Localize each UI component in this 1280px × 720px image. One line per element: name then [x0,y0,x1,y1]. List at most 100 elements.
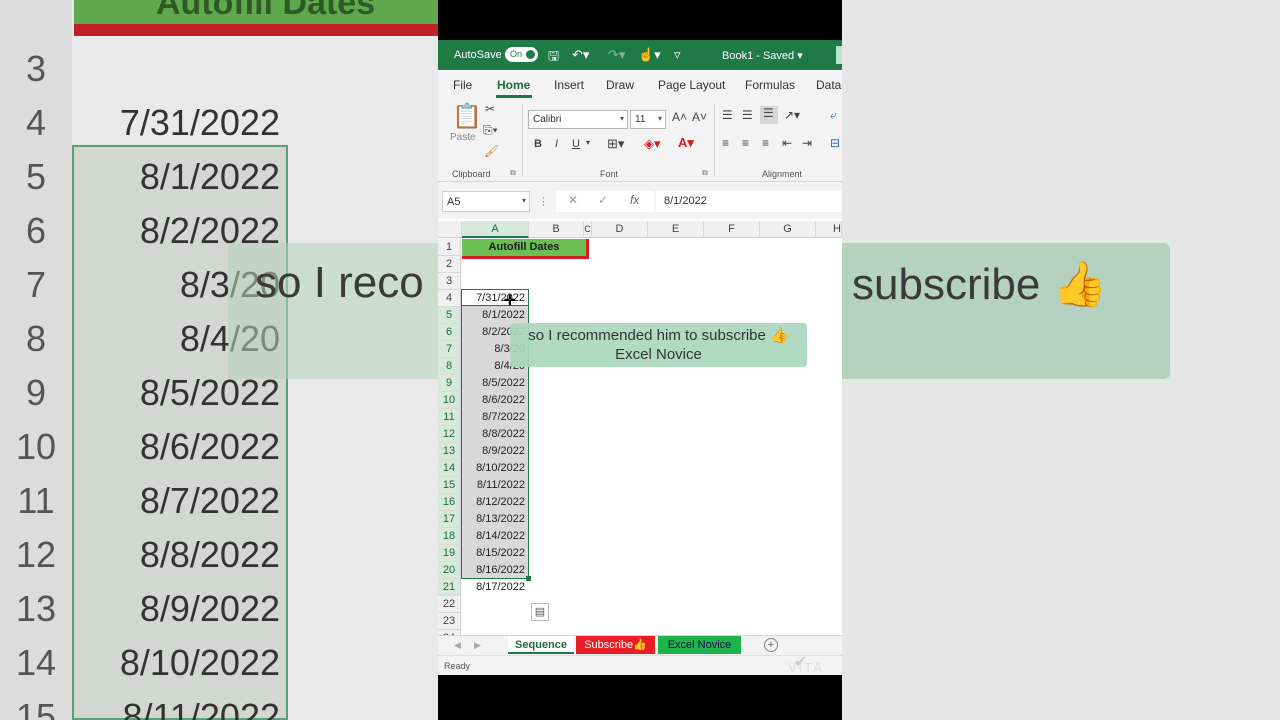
row-header[interactable]: 9 [438,375,461,392]
select-all-corner[interactable] [438,221,462,238]
cell-a[interactable]: 8/11/2022 [462,477,528,494]
copy-icon[interactable]: ⎘▾ [483,123,498,138]
font-name-select[interactable]: Calibri ▾ [528,110,628,129]
cell-a[interactable]: 8/10/2022 [462,460,528,477]
cell-a[interactable]: 8/9/2022 [462,443,528,460]
cell-a[interactable]: 8/12/2022 [462,494,528,511]
font-color-icon[interactable]: A▾ [678,135,694,151]
row-header[interactable]: 2 [438,256,461,273]
increase-indent-icon[interactable]: ⇥ [802,136,812,150]
row-header[interactable]: 7 [438,341,461,358]
cell-a[interactable] [462,613,528,630]
column-header-d[interactable]: D [592,221,648,238]
save-icon[interactable]: 🖫 [548,47,559,69]
align-middle-icon[interactable]: ☰ [742,108,753,122]
cell-a[interactable]: 8/5/2022 [462,375,528,392]
row-header[interactable]: 15 [438,477,461,494]
add-sheet-icon[interactable]: + [764,638,778,652]
wrap-text-icon[interactable]: ⤶ [830,108,837,123]
touch-mode-icon[interactable]: ☝▾ [638,47,661,63]
row-header[interactable]: 21 [438,579,461,596]
decrease-font-icon[interactable]: A˅ [692,110,707,124]
paste-label[interactable]: Paste [450,132,476,143]
row-header[interactable]: 11 [438,409,461,426]
merge-center-icon[interactable]: ⊟ [830,136,840,150]
name-box[interactable]: A5 ▾ [442,191,530,212]
tab-draw[interactable]: Draw [606,78,634,92]
header-cell-autofill-dates[interactable]: Autofill Dates [462,239,586,256]
row-header[interactable]: 8 [438,358,461,375]
tab-insert[interactable]: Insert [554,78,584,92]
tab-file[interactable]: File [453,78,472,92]
cell-a[interactable]: 8/6/2022 [462,392,528,409]
worksheet-grid[interactable]: A B C D E F G H Autofill Dates 1 2 3 4 7/31/… [438,221,842,647]
row-header[interactable]: 5 [438,307,461,324]
row-header[interactable]: 13 [438,443,461,460]
customize-toolbar-icon[interactable]: ▿ [674,47,681,63]
cell-a[interactable]: 8/13/2022 [462,511,528,528]
cell-a[interactable]: 8/14/2022 [462,528,528,545]
align-left-icon[interactable]: ≡ [722,136,729,150]
align-right-icon[interactable]: ≡ [762,136,769,150]
clipboard-launcher-icon[interactable]: ⧉ [510,168,516,178]
increase-font-icon[interactable]: A˄ [672,110,687,124]
row-header[interactable]: 4 [438,290,461,307]
cell-a[interactable]: 8/7/2022 [462,409,528,426]
column-header-g[interactable]: G [760,221,816,238]
sheet-tab-excel-novice[interactable]: Excel Novice [658,636,741,654]
tab-data[interactable]: Data [816,78,841,92]
orientation-icon[interactable]: ↗▾ [784,108,800,122]
font-size-select[interactable]: 11 ▾ [630,110,666,129]
row-header[interactable]: 12 [438,426,461,443]
paste-icon[interactable]: 📋 [452,102,482,131]
row-header[interactable]: 10 [438,392,461,409]
column-header-e[interactable]: E [648,221,704,238]
sheet-next-icon[interactable]: ▶ [474,640,481,651]
decrease-indent-icon[interactable]: ⇤ [782,136,792,150]
formula-input[interactable]: 8/1/2022 [656,191,842,212]
cell-a[interactable]: 8/17/2022 [462,579,528,596]
sheet-tab-subscribe[interactable]: Subscribe👍 [576,636,655,654]
row-header[interactable]: 3 [438,273,461,290]
sheet-tab-sequence[interactable]: Sequence [508,636,574,654]
fill-color-icon[interactable]: ◈▾ [644,136,661,152]
cancel-icon[interactable]: ✕ [568,193,578,207]
sheet-prev-icon[interactable]: ◀ [454,640,461,651]
row-header[interactable]: 6 [438,324,461,341]
document-title[interactable]: Book1 - Saved ▾ [722,49,803,62]
tab-home[interactable]: Home [497,78,530,92]
row-header[interactable]: 22 [438,596,461,613]
cell-a[interactable]: 8/16/2022 [462,562,528,579]
redo-icon[interactable]: ↷▾ [608,47,625,63]
tab-page-layout[interactable]: Page Layout [658,78,725,92]
cell-a[interactable]: 7/31/2022 [462,290,528,307]
tab-formulas[interactable]: Formulas [745,78,795,92]
underline-chevron-icon[interactable]: ▾ [586,138,590,147]
row-header[interactable]: 18 [438,528,461,545]
row-header[interactable]: 14 [438,460,461,477]
italic-button[interactable]: I [555,138,558,150]
row-header[interactable]: 19 [438,545,461,562]
bold-button[interactable]: B [534,138,542,150]
cell-a[interactable]: 8/8/2022 [462,426,528,443]
column-header-b[interactable]: B [529,221,584,238]
column-header-f[interactable]: F [704,221,760,238]
cut-icon[interactable]: ✂ [485,102,495,116]
font-launcher-icon[interactable]: ⧉ [702,168,708,178]
cell-a[interactable]: 8/15/2022 [462,545,528,562]
enter-icon[interactable]: ✓ [598,193,608,207]
undo-icon[interactable]: ↶▾ [572,47,589,63]
format-painter-icon[interactable]: 🖌 [484,144,499,158]
autofill-options-icon[interactable]: ▤ [531,603,549,621]
column-header-a[interactable]: A [462,221,529,238]
row-header[interactable]: 1 [438,239,461,256]
insert-function-button[interactable]: fx [630,193,639,207]
autosave-toggle[interactable]: On [505,47,538,62]
cell-a[interactable]: 8/1/2022 [462,307,528,324]
underline-button[interactable]: U [572,138,580,150]
align-top-icon[interactable]: ☰ [722,108,733,122]
column-header-h[interactable]: H [816,221,842,238]
row-header[interactable]: 17 [438,511,461,528]
borders-icon[interactable]: ⊞▾ [607,136,624,152]
row-header[interactable]: 20 [438,562,461,579]
